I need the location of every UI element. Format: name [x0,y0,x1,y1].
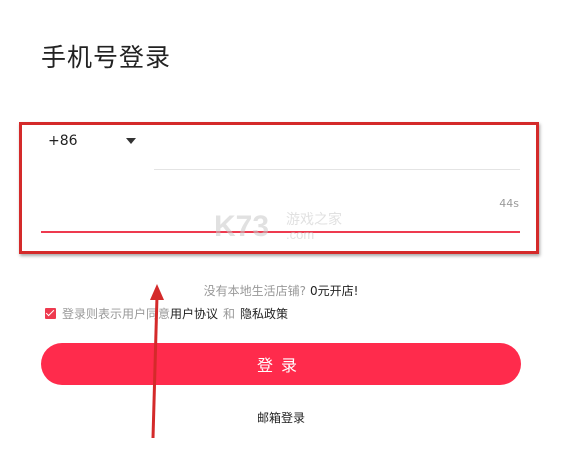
watermark-sub-text: .com [286,227,314,242]
page-title: 手机号登录 [41,43,172,72]
annotation-arrow-icon [150,284,164,439]
country-code-select[interactable]: +86 [48,131,78,151]
watermark-text: 游戏之家 [286,211,342,228]
watermark-logo-text: K73 [214,210,269,242]
chevron-down-icon[interactable] [126,138,136,144]
signup-prompt-text: 没有本地生活店铺? [203,284,306,298]
agreement-and: 和 [223,307,236,321]
signup-prompt: 没有本地生活店铺? 0元开店! [0,282,562,299]
email-login-link[interactable]: 邮箱登录 [0,409,562,426]
privacy-policy-link[interactable]: 隐私政策 [240,305,288,322]
open-shop-link[interactable]: 0元开店! [310,284,358,298]
phone-number-input[interactable] [154,126,520,170]
k73-watermark-logo: K73 游戏之家 .com [214,210,342,242]
login-button[interactable]: 登录 [41,343,521,385]
agreement-checkbox[interactable] [45,308,56,319]
user-agreement-link[interactable]: 用户协议 [170,305,218,322]
resend-countdown: 44s [499,197,519,210]
